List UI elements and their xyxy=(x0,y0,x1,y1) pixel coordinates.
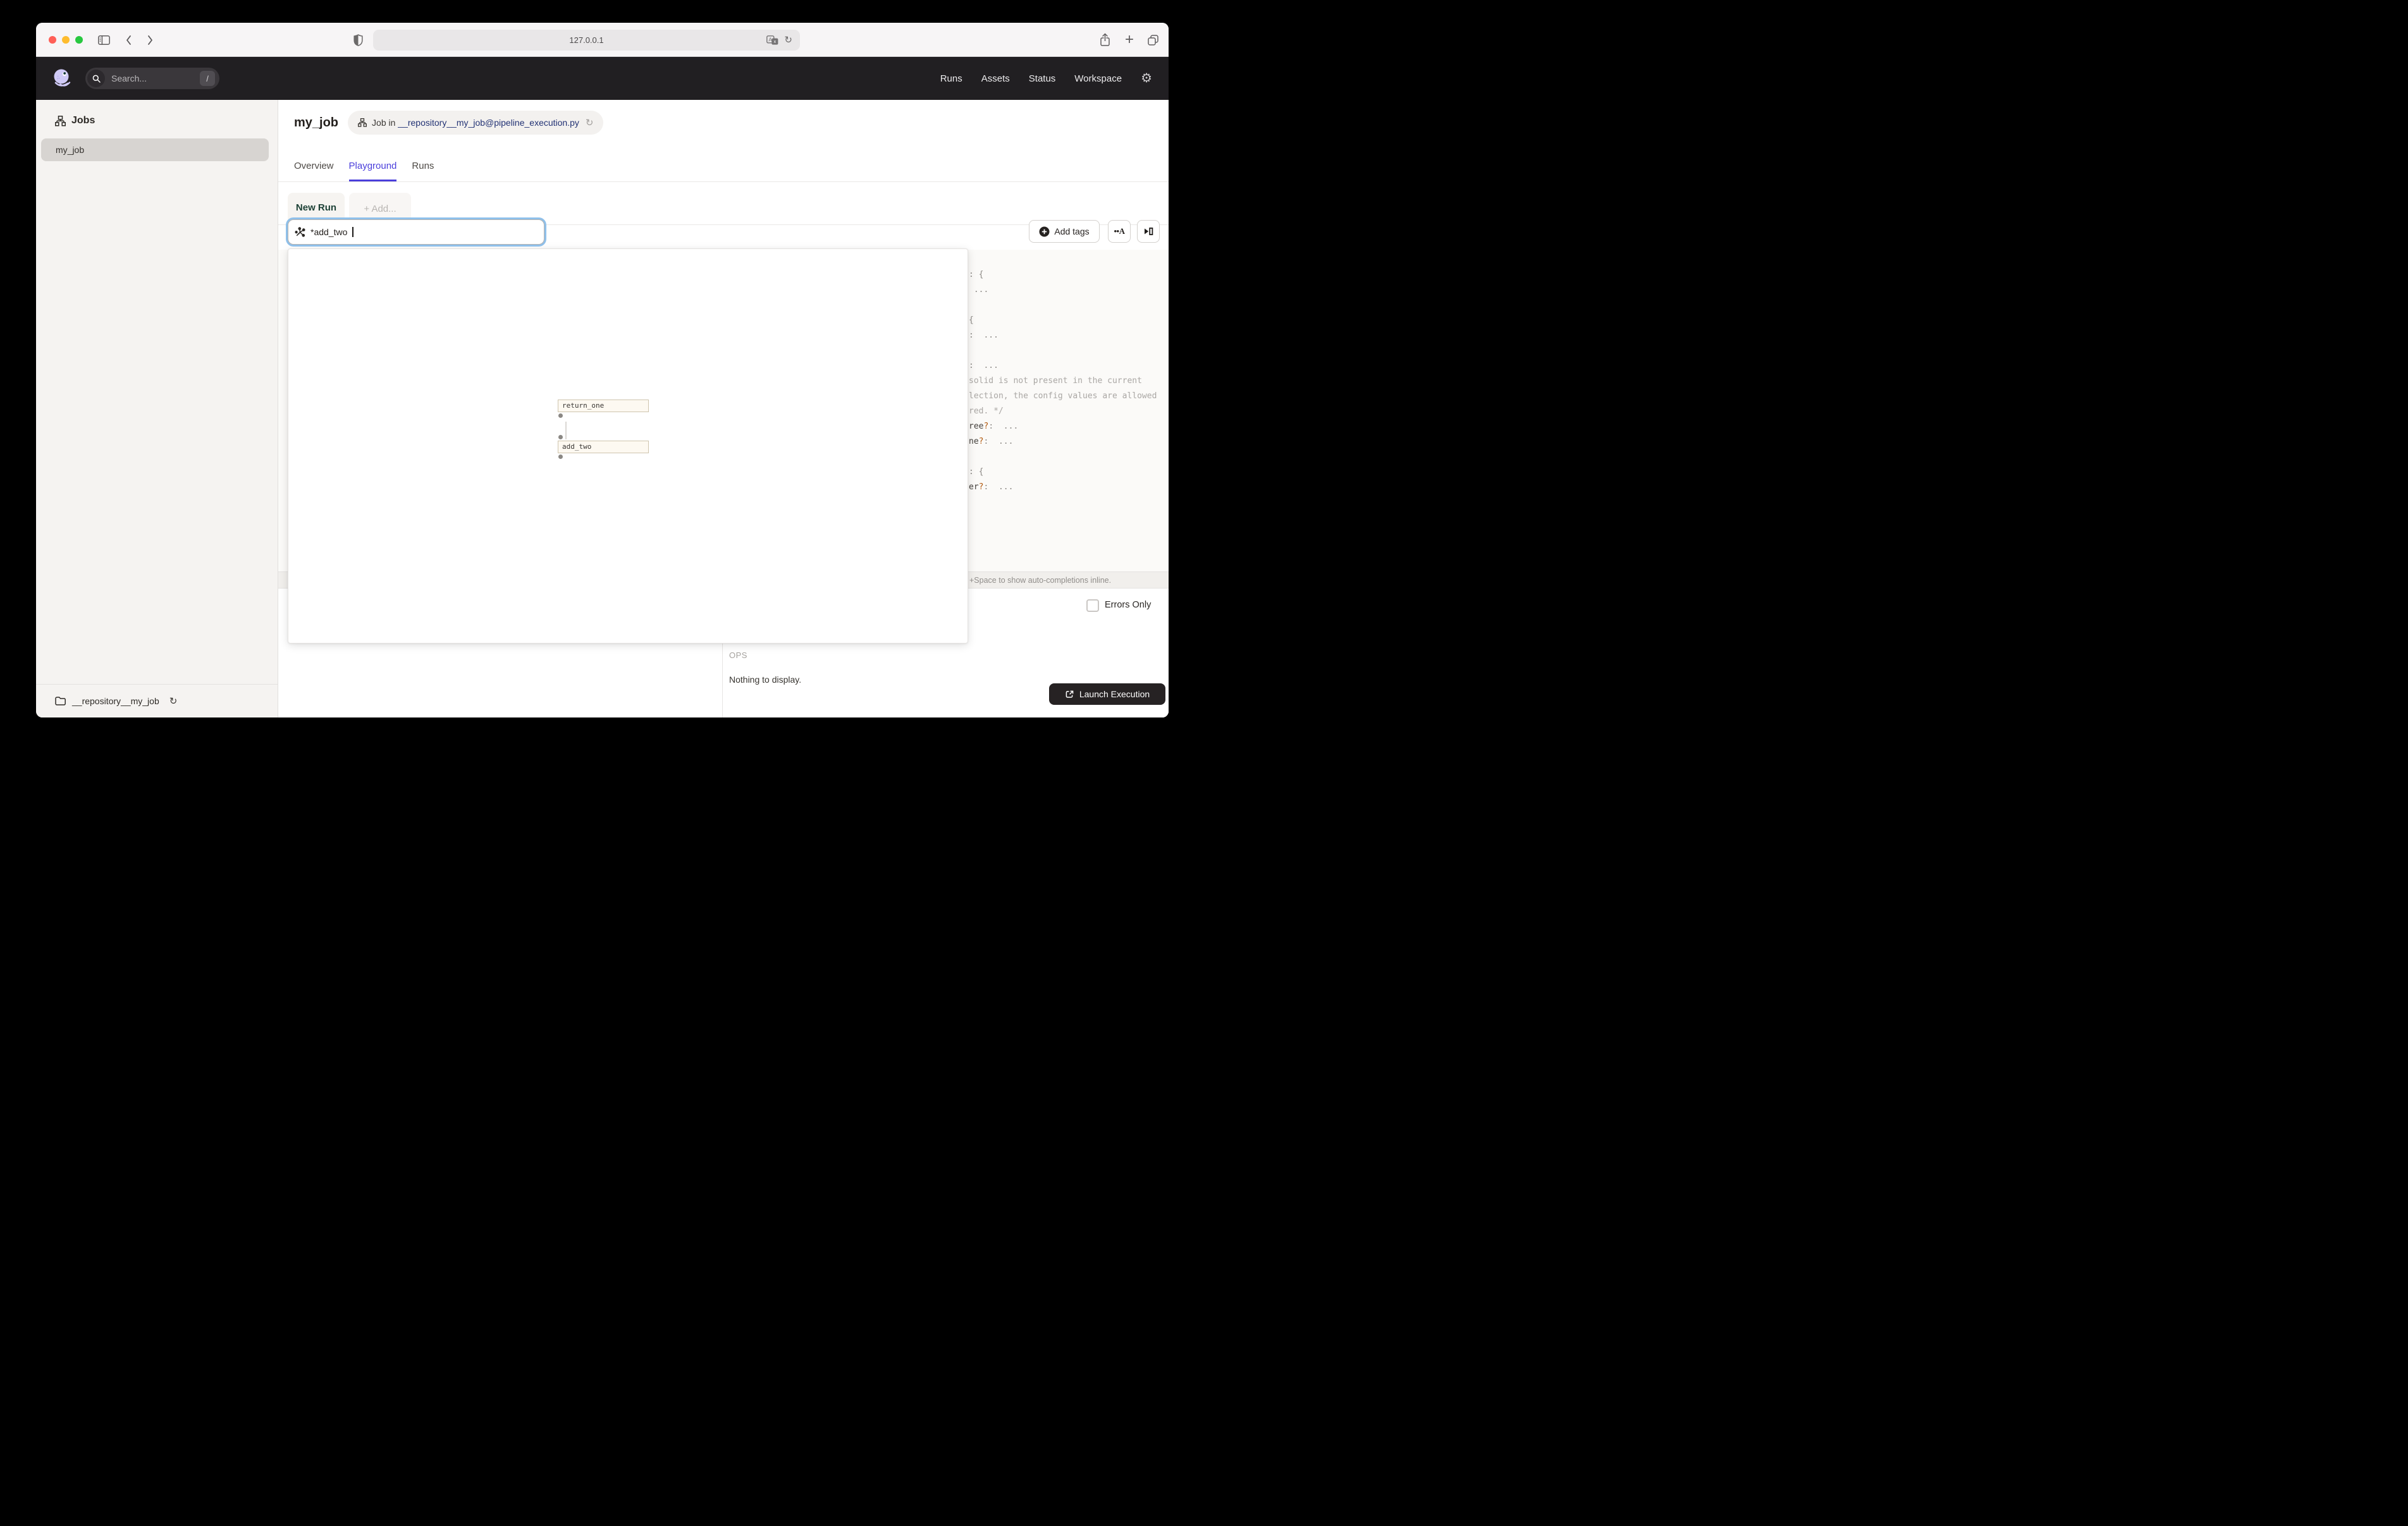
config-code-line: red. */ xyxy=(969,406,1004,416)
workflow-icon-small xyxy=(358,118,367,127)
config-code-line: solid is not present in the current xyxy=(969,376,1142,386)
config-code-line: lection, the config values are allowed xyxy=(969,391,1157,401)
job-origin-badge: Job in __repository__my_job@pipeline_exe… xyxy=(348,111,604,135)
nav-status[interactable]: Status xyxy=(1029,73,1056,84)
plus-circle-icon xyxy=(1039,226,1050,237)
browser-window: 127.0.0.1 Ax ↻ + Search... / Runs Assets… xyxy=(36,23,1169,717)
errors-only-label: Errors Only xyxy=(1105,600,1152,610)
minimize-window-button[interactable] xyxy=(62,36,70,44)
tab-overview[interactable]: Overview xyxy=(294,152,334,181)
dagster-logo[interactable] xyxy=(52,68,73,89)
app-header: Search... / Runs Assets Status Workspace… xyxy=(36,57,1169,100)
launch-execution-button[interactable]: Launch Execution xyxy=(1049,683,1165,705)
apply-selection-button[interactable] xyxy=(1137,220,1160,243)
browser-toolbar: 127.0.0.1 Ax ↻ + xyxy=(36,23,1169,57)
errors-only-checkbox[interactable] xyxy=(1086,599,1099,612)
launch-icon xyxy=(1065,690,1074,699)
config-code: : { ... { : ... : ... solid is not present i… xyxy=(969,267,1157,495)
sidebar-footer[interactable]: __repository__my_job ↻ xyxy=(36,684,278,717)
nav-workspace[interactable]: Workspace xyxy=(1074,73,1122,84)
url-text: 127.0.0.1 xyxy=(569,35,604,45)
header-nav: Runs Assets Status Workspace xyxy=(940,73,1122,84)
tab-runs[interactable]: Runs xyxy=(412,152,434,181)
jobs-section-label: Jobs xyxy=(71,115,95,126)
config-code-line xyxy=(969,343,1157,358)
gear-icon[interactable]: ⚙ xyxy=(1141,72,1152,85)
config-code-line xyxy=(969,449,1157,465)
nav-assets[interactable]: Assets xyxy=(981,73,1010,84)
config-code-line: : ... xyxy=(969,331,998,340)
new-tab-icon[interactable]: + xyxy=(1125,23,1134,57)
page-title: my_job xyxy=(294,115,339,130)
repository-name: __repository__my_job xyxy=(72,696,159,706)
output-port-dot xyxy=(558,413,563,418)
op-selector-input[interactable]: *add_two xyxy=(286,217,546,247)
zoom-window-button[interactable] xyxy=(75,36,83,44)
reload-icon[interactable]: ↻ xyxy=(784,35,792,45)
add-tags-button[interactable]: Add tags xyxy=(1029,220,1100,243)
sidebar-item-my-job[interactable]: my_job xyxy=(41,138,269,161)
main-content: Overview Playground Runs my_job Job in _… xyxy=(278,100,1169,717)
title-row: my_job Job in __repository__my_job@pipel… xyxy=(294,111,604,135)
badge-prefix: Job in xyxy=(372,118,398,128)
svg-text:x: x xyxy=(774,39,777,44)
autocomplete-button[interactable]: ••A xyxy=(1108,220,1131,243)
share-icon[interactable] xyxy=(1100,23,1110,57)
config-code-line: { xyxy=(969,315,974,325)
config-code-line: : { xyxy=(969,270,984,279)
config-code-line: ne?: ... xyxy=(969,437,1014,446)
url-field[interactable]: 127.0.0.1 Ax ↻ xyxy=(373,30,800,51)
privacy-shield-icon[interactable] xyxy=(353,23,363,57)
folder-icon xyxy=(55,697,66,705)
search-shortcut-badge: / xyxy=(200,71,215,86)
output-port-dot xyxy=(558,455,563,459)
search-input[interactable]: Search... / xyxy=(85,68,219,89)
ops-empty-text: Nothing to display. xyxy=(729,674,802,685)
search-placeholder: Search... xyxy=(111,73,147,83)
config-code-line: ... xyxy=(969,285,989,295)
search-icon xyxy=(87,70,105,87)
op-selector-value: *add_two xyxy=(310,227,348,237)
ops-section-label: OPS xyxy=(729,650,747,660)
nav-runs[interactable]: Runs xyxy=(940,73,962,84)
badge-reload-icon[interactable]: ↻ xyxy=(586,118,594,128)
back-icon[interactable] xyxy=(125,23,132,57)
config-code-line: er?: ... xyxy=(969,482,1014,492)
text-caret xyxy=(352,227,353,237)
forward-icon[interactable] xyxy=(147,23,154,57)
editor-status-text: +Space to show auto-completions inline. xyxy=(969,575,1112,585)
window-controls xyxy=(49,36,83,44)
jobs-section-header: Jobs xyxy=(36,100,278,126)
graph-node-add-two[interactable]: add_two xyxy=(558,441,649,453)
autocomplete-icon: ••A xyxy=(1114,226,1126,236)
graph-edge xyxy=(565,422,567,439)
play-into-rect-icon xyxy=(1143,226,1153,236)
sidebar-toggle-icon[interactable] xyxy=(98,23,110,57)
config-code-line xyxy=(969,298,1157,313)
tab-playground[interactable]: Playground xyxy=(348,152,397,181)
translate-icon[interactable]: Ax xyxy=(766,35,778,45)
config-code-line: : { xyxy=(969,467,984,477)
close-window-button[interactable] xyxy=(49,36,56,44)
app-body: Jobs my_job __repository__my_job ↻ Overv… xyxy=(36,100,1169,717)
repository-reload-icon[interactable]: ↻ xyxy=(169,697,178,706)
config-code-line: : ... xyxy=(969,361,998,370)
op-graph-popover: return_one add_two xyxy=(288,248,968,644)
sidebar: Jobs my_job __repository__my_job ↻ xyxy=(36,100,278,717)
graph-node-return-one[interactable]: return_one xyxy=(558,400,649,412)
op-graph-icon xyxy=(295,226,305,238)
tab-overview-icon[interactable] xyxy=(1146,23,1160,57)
workflow-icon xyxy=(55,115,66,126)
badge-repo-link[interactable]: __repository__my_job@pipeline_execution.… xyxy=(398,118,579,128)
config-code-line: ree?: ... xyxy=(969,422,1019,431)
input-port-dot xyxy=(558,435,563,439)
